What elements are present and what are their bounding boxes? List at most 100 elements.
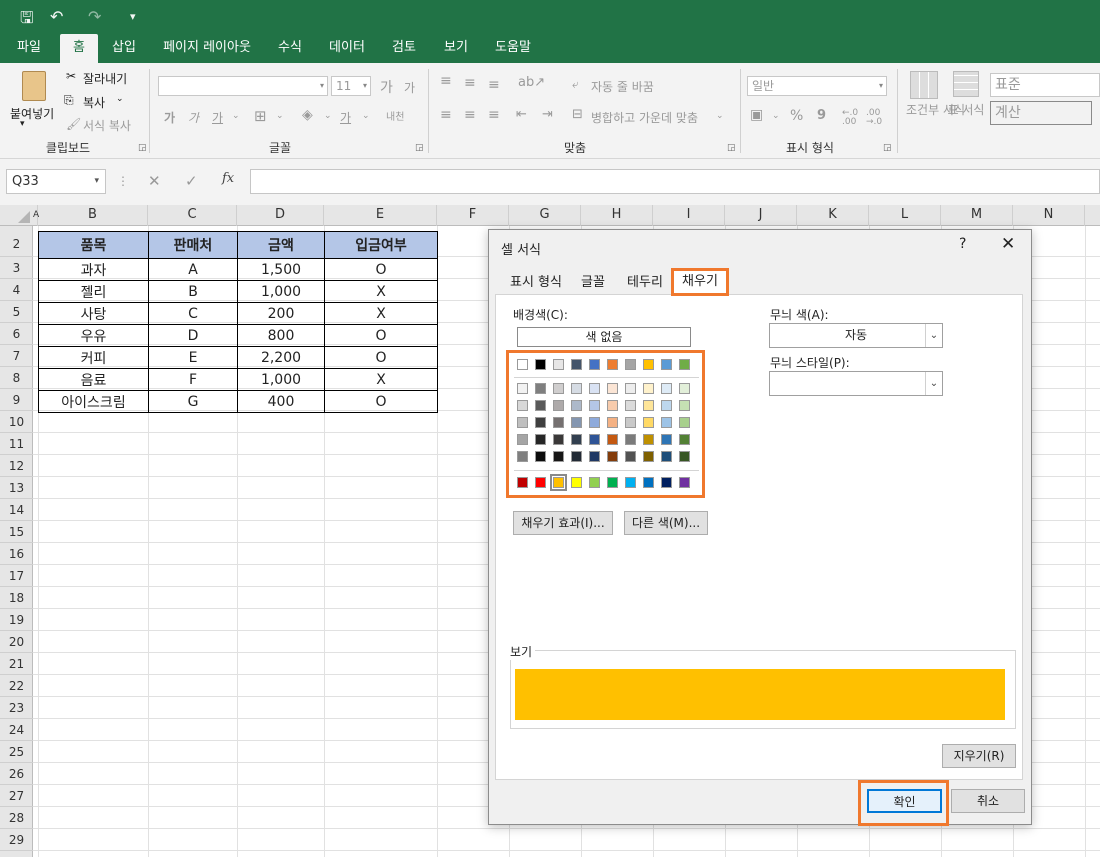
cancel-button[interactable]: 취소 [951,789,1025,813]
table-cell[interactable]: F [148,368,238,391]
bold-button[interactable]: 가 [164,109,175,126]
merge-icon[interactable]: ⊟ [572,107,583,122]
number-launcher-icon[interactable]: ◲ [883,143,892,153]
theme-tint-swatch[interactable] [625,451,636,462]
align-center-icon[interactable]: ≡ [464,107,476,123]
theme-tint-swatch[interactable] [679,417,690,428]
row-header-29[interactable]: 29 [0,829,33,851]
row-header-9[interactable]: 9 [0,389,33,411]
col-header-c[interactable]: C [148,205,237,226]
theme-tint-swatch[interactable] [661,383,672,394]
theme-tint-swatch[interactable] [625,400,636,411]
theme-tint-swatch[interactable] [571,434,582,445]
row-header-23[interactable]: 23 [0,697,33,719]
table-cell[interactable]: 음료 [38,368,149,391]
underline-button[interactable]: 가 [212,109,223,126]
name-box[interactable]: Q33 ▾ [6,169,106,194]
format-painter-icon[interactable]: 🖌 [66,117,81,131]
theme-tint-swatch[interactable] [589,434,600,445]
table-cell[interactable]: 400 [237,390,325,413]
tab-file[interactable]: 파일 [8,34,50,63]
close-icon[interactable]: ✕ [1001,234,1015,254]
number-format-combo[interactable]: 일반 ▾ [747,76,887,96]
theme-tint-swatch[interactable] [517,434,528,445]
clipboard-launcher-icon[interactable]: ◲ [138,143,147,153]
theme-tint-swatch[interactable] [553,451,564,462]
table-cell[interactable]: C [148,302,238,325]
undo-icon[interactable]: ↶ [50,7,63,26]
theme-tint-swatch[interactable] [643,383,654,394]
standard-color-swatch[interactable] [589,477,600,488]
increase-decimal-button[interactable]: ←.0.00 [842,109,858,127]
cut-icon[interactable]: ✂ [66,69,76,83]
theme-tint-swatch[interactable] [661,400,672,411]
tab-border[interactable]: 테두리 [621,272,669,294]
paste-icon[interactable] [22,71,46,101]
row-header-25[interactable]: 25 [0,741,33,763]
col-header-j[interactable]: J [725,205,797,226]
theme-color-swatch[interactable] [643,359,654,370]
theme-tint-swatch[interactable] [625,383,636,394]
table-cell[interactable]: 과자 [38,258,149,281]
theme-tint-swatch[interactable] [607,400,618,411]
theme-tint-swatch[interactable] [553,417,564,428]
standard-color-swatch[interactable] [571,477,582,488]
col-header-g[interactable]: G [509,205,581,226]
wrap-text-button[interactable]: 자동 줄 바꿈 [591,78,654,95]
row-header-24[interactable]: 24 [0,719,33,741]
row-header-15[interactable]: 15 [0,521,33,543]
row-header-11[interactable]: 11 [0,433,33,455]
table-cell[interactable]: 1,000 [237,280,325,303]
table-cell[interactable]: X [324,302,438,325]
theme-tint-swatch[interactable] [661,451,672,462]
table-cell[interactable]: E [148,346,238,369]
table-cell[interactable]: 사탕 [38,302,149,325]
copy-dropdown-icon[interactable]: ⌄ [116,94,124,104]
row-header-7[interactable]: 7 [0,345,33,367]
table-header-cell[interactable]: 입금여부 [324,231,438,259]
percent-button[interactable]: % [790,108,803,124]
more-colors-button[interactable]: 다른 색(M)... [624,511,708,535]
font-color-icon[interactable]: 가 [340,109,351,126]
table-cell[interactable]: 800 [237,324,325,347]
tab-font[interactable]: 글꼴 [573,272,613,294]
comma-button[interactable]: 9 [817,108,826,123]
theme-tint-swatch[interactable] [571,400,582,411]
fill-color-icon[interactable]: ◈ [302,107,313,123]
table-cell[interactable]: 2,200 [237,346,325,369]
tab-number-format[interactable]: 표시 형식 [501,272,571,294]
style-calculation[interactable]: 계산 [990,101,1092,125]
theme-tint-swatch[interactable] [517,417,528,428]
align-right-icon[interactable]: ≡ [488,107,500,123]
row-header-26[interactable]: 26 [0,763,33,785]
tab-data[interactable]: 데이터 [322,34,372,63]
tab-page-layout[interactable]: 페이지 레이아웃 [155,34,259,63]
tab-review[interactable]: 검토 [384,34,424,63]
table-header-cell[interactable]: 품목 [38,231,149,259]
theme-tint-swatch[interactable] [535,434,546,445]
font-size-combo[interactable]: 11 ▾ [331,76,371,96]
theme-tint-swatch[interactable] [607,451,618,462]
theme-tint-swatch[interactable] [517,383,528,394]
table-cell[interactable]: O [324,324,438,347]
table-cell[interactable]: G [148,390,238,413]
align-left-icon[interactable]: ≡ [440,107,452,123]
col-header-h[interactable]: H [581,205,653,226]
row-header-12[interactable]: 12 [0,455,33,477]
table-cell[interactable]: 아이스크림 [38,390,149,413]
redo-icon[interactable]: ↷ [88,7,101,26]
row-header-22[interactable]: 22 [0,675,33,697]
row-header-3[interactable]: 3 [0,257,33,279]
theme-tint-swatch[interactable] [553,400,564,411]
paste-button[interactable]: 붙여넣기 [10,105,54,122]
borders-icon[interactable]: ⊞ [254,107,267,125]
table-header-cell[interactable]: 금액 [237,231,325,259]
table-cell[interactable]: 1,000 [237,368,325,391]
theme-tint-swatch[interactable] [625,417,636,428]
tab-insert[interactable]: 삽입 [104,34,144,63]
save-icon[interactable]: 🖫 [20,7,34,34]
theme-color-swatch[interactable] [607,359,618,370]
col-header-d[interactable]: D [237,205,324,226]
table-cell[interactable]: 젤리 [38,280,149,303]
format-as-table-icon[interactable] [953,71,979,97]
